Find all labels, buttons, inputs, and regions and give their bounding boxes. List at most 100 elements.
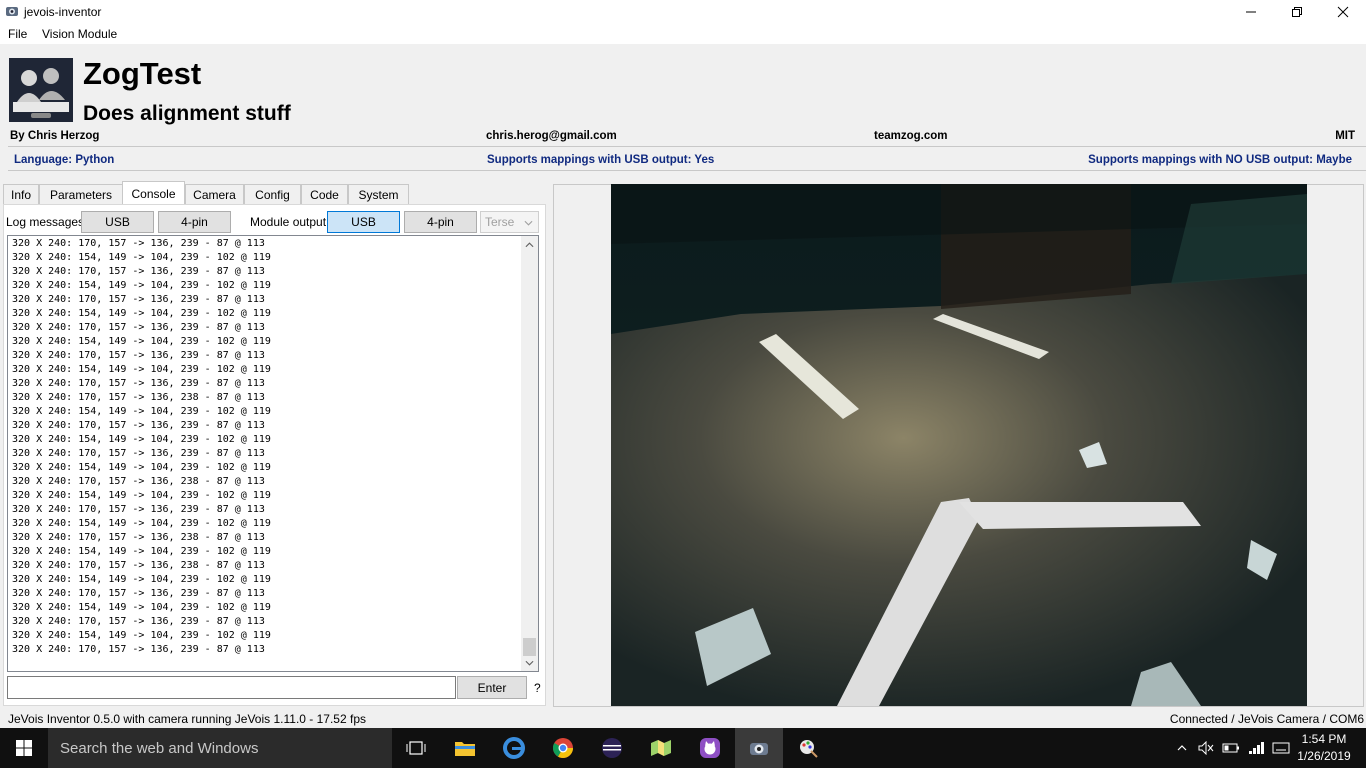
clock-time: 1:54 PM bbox=[1301, 732, 1347, 746]
tab-info[interactable]: Info bbox=[3, 184, 39, 205]
jevois-inventor-taskbar-button[interactable] bbox=[735, 728, 783, 768]
window-title: jevois-inventor bbox=[24, 5, 102, 19]
taskbar-clock[interactable]: 1:54 PM 1/26/2019 bbox=[1294, 731, 1354, 765]
console-line: 320 X 240: 170, 157 -> 136, 239 - 87 @ 1… bbox=[12, 588, 265, 599]
clock-date: 1/26/2019 bbox=[1297, 749, 1351, 763]
keyboard-button[interactable] bbox=[1270, 728, 1292, 768]
minimize-button[interactable] bbox=[1228, 0, 1274, 24]
paint-icon bbox=[800, 740, 818, 758]
wifi-icon bbox=[1249, 742, 1264, 754]
start-button[interactable] bbox=[0, 728, 48, 768]
scroll-up-icon[interactable] bbox=[525, 242, 534, 248]
log-messages-label: Log messages: bbox=[6, 215, 88, 229]
taskbar: Search the web and Windows 1:54 PM 1/26/… bbox=[0, 728, 1366, 768]
tab-config[interactable]: Config bbox=[244, 184, 301, 205]
restore-button[interactable] bbox=[1274, 0, 1320, 24]
app-icon bbox=[5, 4, 19, 18]
console-scrollbar[interactable] bbox=[521, 236, 538, 671]
status-right: Connected / JeVois Camera / COM6 bbox=[1169, 712, 1364, 726]
console-line: 320 X 240: 170, 157 -> 136, 238 - 87 @ 1… bbox=[12, 532, 265, 543]
module-name: ZogTest bbox=[83, 56, 202, 91]
console-line: 320 X 240: 154, 149 -> 104, 239 - 102 @ … bbox=[12, 434, 271, 445]
menu-file[interactable]: File bbox=[8, 27, 27, 41]
edge-icon bbox=[503, 737, 525, 759]
edge-browser-button[interactable] bbox=[490, 728, 538, 768]
usb-support: Supports mappings with USB output: Yes bbox=[487, 154, 715, 166]
log-usb-button[interactable]: USB bbox=[81, 211, 154, 233]
module-email: chris.herog@gmail.com bbox=[486, 130, 617, 142]
github-icon bbox=[700, 738, 720, 758]
maps-button[interactable] bbox=[637, 728, 685, 768]
console-output[interactable]: 320 X 240: 170, 157 -> 136, 239 - 87 @ 1… bbox=[7, 235, 539, 672]
header-divider bbox=[8, 146, 1366, 147]
battery-icon bbox=[1222, 743, 1239, 753]
module-output-label: Module output: bbox=[250, 215, 330, 229]
eclipse-button[interactable] bbox=[588, 728, 636, 768]
log-4pin-button[interactable]: 4-pin bbox=[158, 211, 231, 233]
keyboard-icon bbox=[1272, 742, 1290, 754]
map-icon bbox=[651, 740, 671, 756]
file-explorer-button[interactable] bbox=[441, 728, 489, 768]
title-bar: jevois-inventor bbox=[0, 0, 1366, 24]
minimize-icon bbox=[1246, 11, 1256, 13]
tab-system[interactable]: System bbox=[348, 184, 409, 205]
console-line: 320 X 240: 154, 149 -> 104, 239 - 102 @ … bbox=[12, 602, 271, 613]
console-line: 320 X 240: 154, 149 -> 104, 239 - 102 @ … bbox=[12, 308, 271, 319]
console-lines: 320 X 240: 170, 157 -> 136, 239 - 87 @ 1… bbox=[12, 237, 271, 657]
github-desktop-button[interactable] bbox=[686, 728, 734, 768]
scroll-down-icon[interactable] bbox=[525, 660, 534, 666]
console-line: 320 X 240: 154, 149 -> 104, 239 - 102 @ … bbox=[12, 336, 271, 347]
close-icon bbox=[1337, 6, 1349, 18]
console-line: 320 X 240: 170, 157 -> 136, 238 - 87 @ 1… bbox=[12, 392, 265, 403]
camera-video bbox=[611, 184, 1307, 706]
help-button[interactable]: ? bbox=[534, 681, 541, 695]
console-line: 320 X 240: 170, 157 -> 136, 239 - 87 @ 1… bbox=[12, 616, 265, 627]
scrollbar-thumb[interactable] bbox=[523, 638, 536, 656]
enter-button[interactable]: Enter bbox=[457, 676, 527, 699]
volume-button[interactable] bbox=[1196, 728, 1216, 768]
task-view-button[interactable] bbox=[392, 728, 440, 768]
task-view-icon bbox=[406, 741, 426, 755]
console-line: 320 X 240: 170, 157 -> 136, 239 - 87 @ 1… bbox=[12, 294, 265, 305]
chrome-button[interactable] bbox=[539, 728, 587, 768]
console-line: 320 X 240: 154, 149 -> 104, 239 - 102 @ … bbox=[12, 364, 271, 375]
console-line: 320 X 240: 170, 157 -> 136, 239 - 87 @ 1… bbox=[12, 238, 265, 249]
console-line: 320 X 240: 154, 149 -> 104, 239 - 102 @ … bbox=[12, 406, 271, 417]
taskbar-search[interactable]: Search the web and Windows bbox=[48, 728, 392, 768]
console-line: 320 X 240: 154, 149 -> 104, 239 - 102 @ … bbox=[12, 630, 271, 641]
console-line: 320 X 240: 170, 157 -> 136, 239 - 87 @ 1… bbox=[12, 448, 265, 459]
tab-camera[interactable]: Camera bbox=[185, 184, 244, 205]
volume-muted-icon bbox=[1198, 741, 1214, 755]
console-line: 320 X 240: 154, 149 -> 104, 239 - 102 @ … bbox=[12, 518, 271, 529]
status-bar: JeVois Inventor 0.5.0 with camera runnin… bbox=[0, 708, 1366, 728]
nousb-support: Supports mappings with NO USB output: Ma… bbox=[1088, 154, 1352, 166]
header-divider-2 bbox=[8, 170, 1366, 171]
console-line: 320 X 240: 170, 157 -> 136, 238 - 87 @ 1… bbox=[12, 560, 265, 571]
console-line: 320 X 240: 154, 149 -> 104, 239 - 102 @ … bbox=[12, 462, 271, 473]
folder-icon bbox=[455, 742, 475, 756]
output-4pin-button[interactable]: 4-pin bbox=[404, 211, 477, 233]
paint-button[interactable] bbox=[784, 728, 832, 768]
restore-icon bbox=[1292, 7, 1302, 17]
console-line: 320 X 240: 170, 157 -> 136, 239 - 87 @ 1… bbox=[12, 504, 265, 515]
wifi-button[interactable] bbox=[1246, 728, 1268, 768]
menu-bar: File Vision Module bbox=[0, 24, 1366, 44]
tab-console[interactable]: Console bbox=[122, 181, 185, 205]
menu-vision-module[interactable]: Vision Module bbox=[42, 27, 117, 41]
chrome-icon bbox=[552, 738, 573, 758]
console-line: 320 X 240: 170, 157 -> 136, 239 - 87 @ 1… bbox=[12, 378, 265, 389]
chevron-down-icon bbox=[524, 220, 533, 226]
console-line: 320 X 240: 154, 149 -> 104, 239 - 102 @ … bbox=[12, 574, 271, 585]
tray-overflow-button[interactable] bbox=[1174, 728, 1190, 768]
module-description: Does alignment stuff bbox=[83, 102, 291, 125]
tab-code[interactable]: Code bbox=[301, 184, 348, 205]
console-line: 320 X 240: 170, 157 -> 136, 239 - 87 @ 1… bbox=[12, 322, 265, 333]
tab-parameters[interactable]: Parameters bbox=[39, 184, 123, 205]
verbosity-select[interactable]: Terse bbox=[480, 211, 539, 233]
chevron-up-icon bbox=[1177, 745, 1187, 751]
command-input[interactable] bbox=[7, 676, 456, 699]
module-logo bbox=[9, 58, 73, 122]
battery-button[interactable] bbox=[1220, 728, 1242, 768]
output-usb-button[interactable]: USB bbox=[327, 211, 400, 233]
close-button[interactable] bbox=[1320, 0, 1366, 24]
